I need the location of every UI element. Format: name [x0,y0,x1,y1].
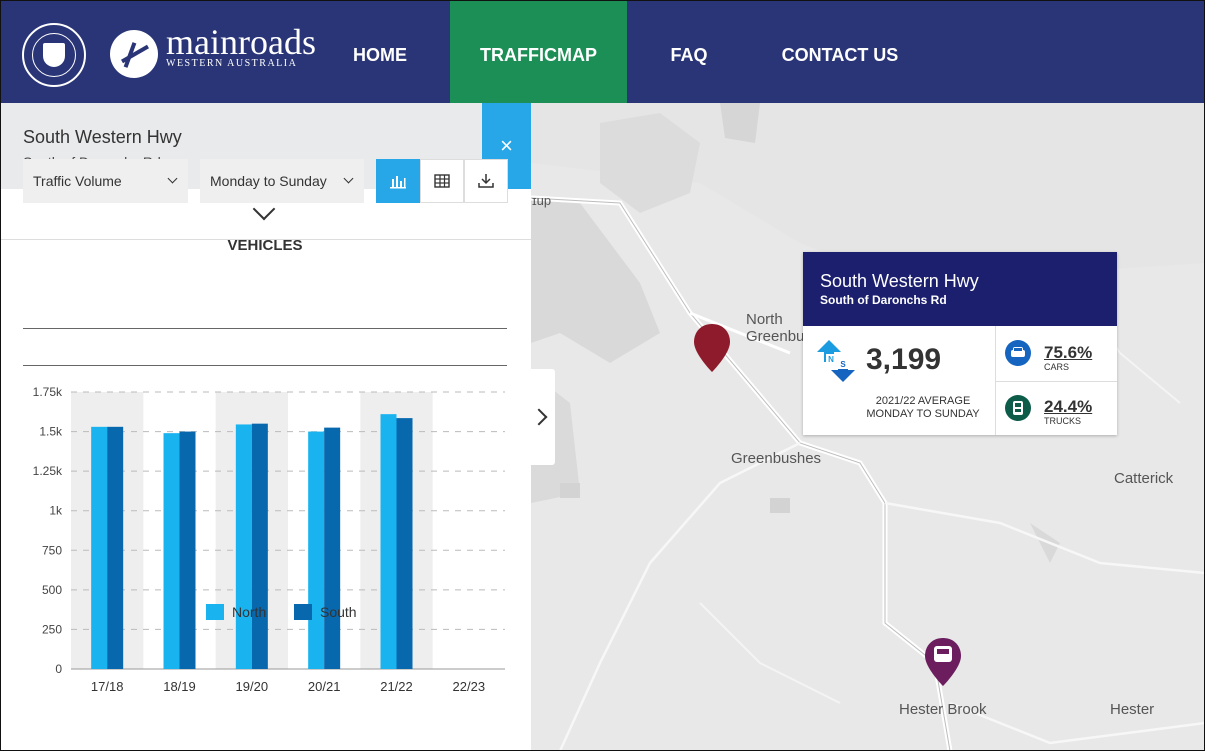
trucks-percent: 24.4% [1044,397,1093,416]
bar-south [324,427,341,669]
y-tick-label: 500 [42,583,62,597]
panel-title: South Western Hwy [23,127,182,147]
chevron-right-icon [530,408,548,426]
period-select[interactable]: Monday to Sunday [200,159,364,203]
bar-chart-icon [390,176,406,189]
truck-marker-icon[interactable] [923,636,963,688]
table-view-button[interactable] [420,159,464,203]
y-tick-label: 0 [55,662,62,676]
chart-title: VEHICLES [227,237,303,254]
x-tick-label: 19/20 [236,679,269,694]
nav-trafficmap[interactable]: TRAFFICMAP [450,0,627,103]
avg-line-2: MONDAY TO SUNDAY [866,408,980,420]
bar-south [107,426,124,669]
vehicles-bar-chart: 0 250 500 750 1k 1.25k 1.5k 1.75k 17/18 18/19 19/2… [33,385,505,694]
nav-contact-us[interactable]: CONTACT US [770,0,910,103]
nav-home[interactable]: HOME [335,0,425,103]
site-header: mainroads WESTERN AUSTRALIA HOME TRAFFIC… [0,0,1205,103]
place-hester: Hester [1110,701,1155,718]
x-tick-label: 21/22 [380,679,413,694]
bar-north [308,431,325,669]
car-icon [1005,340,1031,366]
x-tick-label: 17/18 [91,679,124,694]
trucks-label: TRUCKS [1044,416,1082,426]
y-tick-label: 1.25k [33,464,63,478]
chevron-down-icon [167,173,178,184]
place-greenbushes: Greenbushes [731,450,822,467]
site-marker-icon[interactable] [692,322,732,374]
chevron-down-icon [343,173,354,184]
popup-header: South Western Hwy South of Daronchs Rd [803,252,1117,326]
popup-divider-h [995,381,1117,382]
cars-label: CARS [1044,362,1070,372]
bar-north [91,426,108,669]
y-tick-label: 250 [42,622,62,636]
x-tick-label: 20/21 [308,679,341,694]
popup-vehicle-count: 3,199 [866,343,942,376]
bar-north [163,433,180,669]
legend-north[interactable]: North [206,604,266,620]
legend-south-label: South [320,604,357,620]
place-bridgetown: ɪup [532,193,552,208]
bar-north [380,414,397,669]
x-tick-label: 22/23 [453,679,486,694]
south-swatch [294,604,312,620]
y-tick-label: 1k [49,504,63,518]
avg-line-1: 2021/22 AVERAGE [875,395,971,407]
x-tick-label: 18/19 [163,679,196,694]
metric-select[interactable]: Traffic Volume [23,159,188,203]
chart-view-button[interactable] [376,159,420,203]
mainroads-logo-icon[interactable] [110,30,158,78]
chart-top-rule [23,328,507,329]
truck-icon [1005,395,1031,421]
legend-south[interactable]: South [294,604,357,620]
download-button[interactable] [464,159,508,203]
expand-panel-button[interactable] [530,369,555,465]
legend-north-label: North [232,604,267,620]
bar-south [396,418,413,669]
cars-percent: 75.6% [1044,343,1093,362]
svg-text:N: N [828,355,834,364]
y-tick-label: 1.5k [39,425,63,439]
popup-title: South Western Hwy [820,271,979,291]
y-tick-label: 750 [42,543,62,557]
table-icon [434,174,450,188]
download-icon [478,174,494,188]
popup-subtitle: South of Daronchs Rd [820,293,947,307]
bar-north [235,424,252,669]
svg-text:S: S [840,360,846,369]
brand-subtitle: WESTERN AUSTRALIA [166,58,298,69]
period-select-value: Monday to Sunday [210,173,327,189]
place-hester-brook: Hester Brook [899,701,987,718]
north-south-icon: N S [817,340,855,382]
place-catterick: Catterick [1114,470,1174,487]
government-crest-icon[interactable] [22,23,86,87]
popup-average-label: 2021/22 AVERAGE MONDAY TO SUNDAY [853,395,993,421]
y-tick-label: 1.75k [33,385,63,399]
metric-select-value: Traffic Volume [33,173,122,189]
brand-name[interactable]: mainroads [166,24,316,60]
bar-south [179,431,196,669]
north-swatch [206,604,224,620]
chart-title-rule [23,365,507,366]
nav-faq[interactable]: FAQ [655,0,723,103]
bar-south [251,423,268,669]
